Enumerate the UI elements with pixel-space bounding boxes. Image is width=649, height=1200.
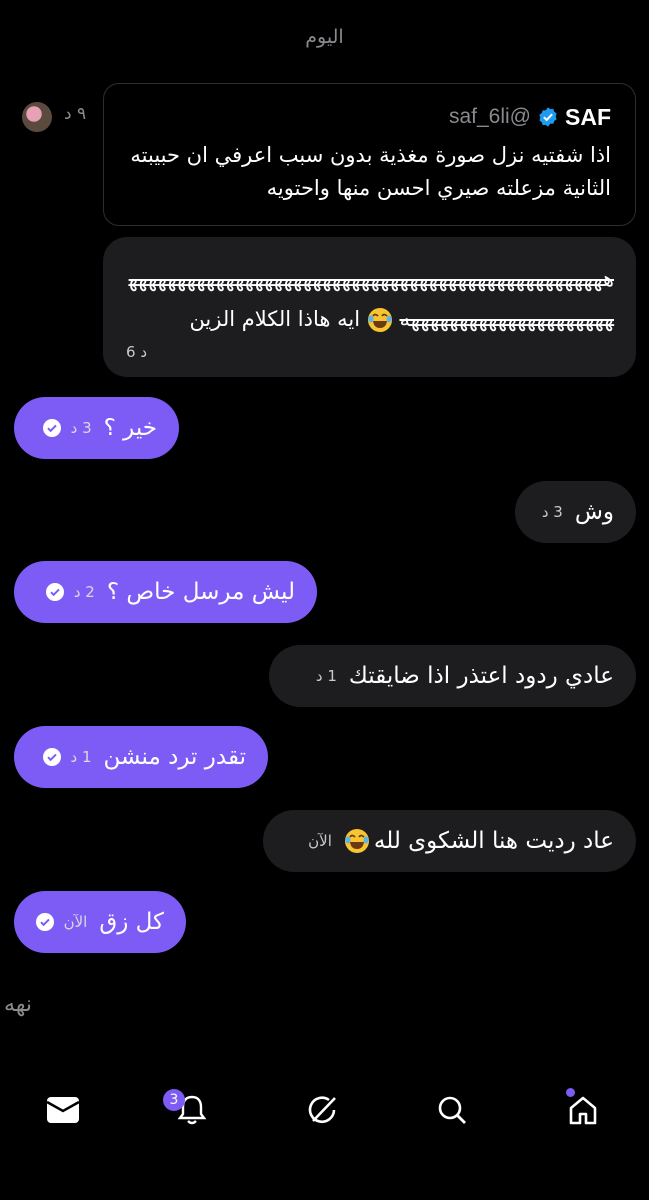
message-time: 1 د [70, 748, 92, 766]
message-bubble-outgoing[interactable]: كل زق الآن [14, 891, 186, 953]
quote-text: اذا شفتيه نزل صورة مغذية بدون سبب اعرفي … [130, 143, 611, 200]
grok-tab[interactable] [298, 1085, 348, 1135]
home-icon [569, 1096, 597, 1125]
message-text: خير ؟ [103, 415, 157, 441]
laughing-emoji-icon [344, 829, 369, 853]
message-text: كل زق [99, 909, 164, 935]
home-unread-dot [566, 1088, 575, 1097]
quote-author-handle: @saf_6li [448, 105, 531, 128]
message-bubble-incoming[interactable]: عاد رديت هنا الشكوى لله الآن [263, 810, 636, 872]
bottom-navigation [0, 1085, 649, 1135]
typing-draft-text: نهه [4, 992, 33, 1017]
quote-header: SAF @saf_6li [126, 102, 611, 132]
message-bubble-incoming[interactable]: وش 3 د [515, 481, 636, 543]
notification-badge: 3 [163, 1089, 185, 1111]
message-time: 2 د [73, 583, 95, 601]
message-bubble-outgoing[interactable]: تقدر ترد منشن 1 د [14, 726, 268, 788]
verified-icon [539, 107, 557, 127]
message-time: الآن [63, 913, 88, 931]
message-text: عاد رديت هنا الشكوى لله [373, 828, 614, 854]
message-text: وش [574, 499, 614, 525]
message-text-tail: ايه هاذا الكلام الزين [189, 307, 361, 331]
message-text: ليش مرسل خاص ؟ [106, 579, 295, 605]
read-check-icon [36, 913, 54, 931]
message-time: 3 د [70, 419, 92, 437]
read-check-icon [42, 748, 61, 766]
message-time: 1 د [315, 667, 337, 685]
message-bubble-incoming[interactable]: عادي ردود اعتذر اذا ضايقتك 1 د [269, 645, 636, 707]
message-bubble-outgoing[interactable]: خير ؟ 3 د [14, 397, 179, 459]
message-text: تقدر ترد منشن [103, 744, 246, 770]
quote-author-name: SAF [565, 103, 611, 130]
laughing-emoji-icon [367, 308, 392, 332]
message-text: عادي ردود اعتذر اذا ضايقتك [348, 663, 614, 689]
read-check-icon [42, 419, 61, 437]
avatar[interactable] [22, 102, 52, 132]
message-time: 3 د [541, 503, 563, 521]
messages-tab[interactable] [38, 1085, 88, 1135]
message-text: هههههههههههههههههههههههههههههههههههههههه… [119, 259, 614, 339]
quoted-post[interactable]: SAF @saf_6li اذا شفتيه نزل صورة مغذية بد… [103, 83, 636, 226]
date-separator: اليوم [305, 26, 344, 48]
quote-time: ٩ د [64, 104, 87, 124]
mail-icon [46, 1097, 80, 1123]
search-icon [438, 1096, 466, 1124]
message-time: 6 د [126, 343, 147, 361]
search-tab[interactable] [427, 1085, 477, 1135]
message-time: الآن [308, 832, 332, 850]
grok-icon [308, 1096, 336, 1124]
message-bubble-incoming[interactable]: هههههههههههههههههههههههههههههههههههههههه… [103, 237, 636, 377]
read-check-icon [45, 583, 64, 601]
message-bubble-outgoing[interactable]: ليش مرسل خاص ؟ 2 د [14, 561, 317, 623]
